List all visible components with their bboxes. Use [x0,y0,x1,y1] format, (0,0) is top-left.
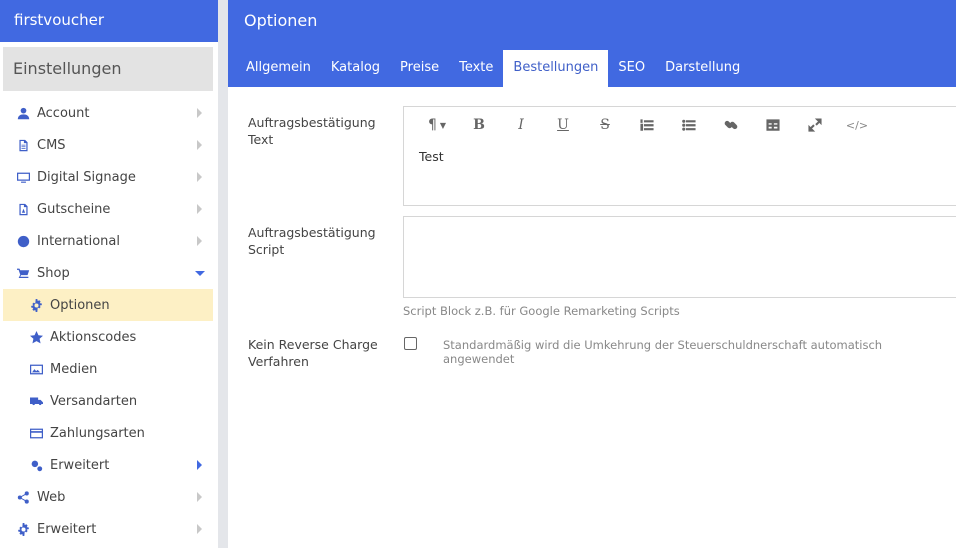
link-icon [724,120,738,130]
gear-icon [29,298,43,312]
sidebar-item-erweitert[interactable]: Erweitert [0,513,218,545]
underline-icon: U [557,117,569,133]
sidebar-item-optionen[interactable]: Optionen [3,289,213,321]
confirmation-script-input[interactable] [403,216,956,298]
sidebar-item-label: Zahlungsarten [50,425,145,441]
ordered-list-button[interactable] [626,115,668,135]
strikethrough-button[interactable]: S [584,115,626,135]
code-icon: </> [845,118,869,132]
tab-allgemein[interactable]: Allgemein [236,50,321,87]
sidebar-item-label: Erweitert [50,457,110,473]
sidebar-nav: Account CMS Digital Signage Gutscheine I… [0,97,218,545]
bold-button[interactable]: B [458,115,500,135]
cart-icon [16,266,30,280]
editor-toolbar: ¶ ▼ B I U S </> [404,107,956,143]
sidebar-item-label: Optionen [50,297,110,313]
italic-button[interactable]: I [500,115,542,135]
sidebar-item-account[interactable]: Account [0,97,218,129]
strikethrough-icon: S [600,117,610,133]
truck-icon [29,394,43,408]
sidebar-item-label: Account [37,105,90,121]
sidebar-item-shop[interactable]: Shop [0,257,218,289]
chevron-right-icon [197,140,202,150]
sidebar-item-international[interactable]: International [0,225,218,257]
sidebar-item-digital-signage[interactable]: Digital Signage [0,161,218,193]
sidebar-item-erweitert-shop[interactable]: Erweitert [0,449,218,481]
tab-katalog[interactable]: Katalog [321,50,390,87]
brand-logo[interactable]: firstvoucher [0,0,218,42]
rich-text-editor: ¶ ▼ B I U S </> Test [403,106,956,206]
confirmation-text-label: Auftragsbestätigung Text [248,115,376,147]
star-icon [29,330,43,344]
link-button[interactable] [710,115,752,135]
chevron-right-icon [197,236,202,246]
header: Optionen Allgemein Katalog Preise Texte … [228,0,956,87]
sidebar-item-versandarten[interactable]: Versandarten [0,385,218,417]
sidebar-item-label: Versandarten [50,393,138,409]
sidebar-item-label: Erweitert [37,521,97,537]
paragraph-style-button[interactable]: ¶ ▼ [416,115,458,135]
tab-texte[interactable]: Texte [449,50,503,87]
sidebar-item-label: Aktionscodes [50,329,137,345]
sidebar-item-gutscheine[interactable]: Gutscheine [0,193,218,225]
chevron-right-icon [197,492,202,502]
image-icon [29,362,43,376]
code-view-button[interactable]: </> [836,115,878,135]
confirmation-script-label: Auftragsbestätigung Script [248,225,376,257]
reverse-charge-checkbox[interactable] [404,337,417,350]
bullet-list-icon [682,119,696,131]
gears-icon [29,458,43,472]
script-help-text: Script Block z.B. für Google Remarketing… [403,304,680,318]
file-icon [16,138,30,152]
share-icon [16,490,30,504]
sidebar-item-medien[interactable]: Medien [0,353,218,385]
chevron-right-icon [197,204,202,214]
fullscreen-button[interactable] [794,115,836,135]
sidebar-item-label: Medien [50,361,98,377]
sidebar-item-label: Digital Signage [37,169,136,185]
chevron-down-icon [195,271,205,276]
globe-icon [16,234,30,248]
sidebar-item-label: CMS [37,137,66,153]
sidebar-item-label: International [37,233,120,249]
sidebar-section-title: Einstellungen [3,47,213,91]
table-icon [766,119,780,131]
editor-content[interactable]: Test [404,143,956,170]
chevron-right-icon [197,172,202,182]
underline-button[interactable]: U [542,115,584,135]
bullet-list-button[interactable] [668,115,710,135]
monitor-icon [16,170,30,184]
reverse-charge-label: Kein Reverse Charge Verfahren [248,337,378,369]
main-panel: Optionen Allgemein Katalog Preise Texte … [228,0,956,548]
sidebar: firstvoucher Einstellungen Account CMS D… [0,0,218,548]
chevron-right-icon [197,524,202,534]
credit-card-icon [29,426,43,440]
gear-icon [16,522,30,536]
table-button[interactable] [752,115,794,135]
sidebar-item-zahlungsarten[interactable]: Zahlungsarten [0,417,218,449]
italic-icon: I [518,117,524,133]
tab-bestellungen[interactable]: Bestellungen [503,50,609,87]
sidebar-item-label: Gutscheine [37,201,111,217]
user-icon [16,106,30,120]
caret-down-icon: ▼ [439,120,447,130]
pdf-icon [16,202,30,216]
sidebar-item-cms[interactable]: CMS [0,129,218,161]
sidebar-item-aktionscodes[interactable]: Aktionscodes [0,321,218,353]
sidebar-item-web[interactable]: Web [0,481,218,513]
tab-preise[interactable]: Preise [390,50,449,87]
sidebar-item-label: Web [37,489,66,505]
bold-icon: B [473,117,485,133]
chevron-right-icon [197,460,202,470]
paragraph-icon: ¶ [427,117,437,133]
tab-seo[interactable]: SEO [608,50,655,87]
tab-darstellung[interactable]: Darstellung [655,50,750,87]
page-title: Optionen [244,11,318,30]
expand-icon [808,118,822,132]
chevron-right-icon [197,108,202,118]
reverse-charge-help-text: Standardmäßig wird die Umkehrung der Ste… [443,338,883,366]
ordered-list-icon [640,119,654,131]
tab-bar: Allgemein Katalog Preise Texte Bestellun… [236,50,750,87]
sidebar-item-label: Shop [37,265,70,281]
